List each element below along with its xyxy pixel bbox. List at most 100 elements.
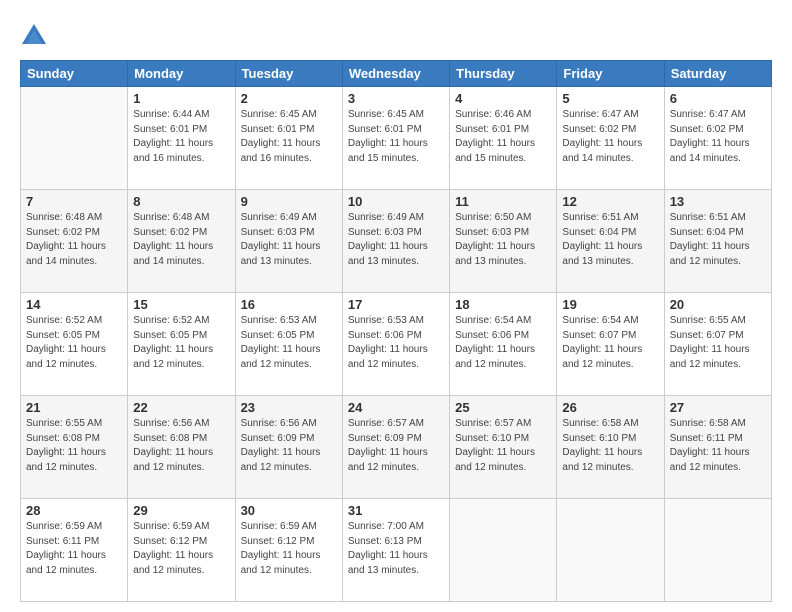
- calendar-cell: 18 Sunrise: 6:54 AM Sunset: 6:06 PM Dayli…: [450, 293, 557, 396]
- calendar-cell: 27 Sunrise: 6:58 AM Sunset: 6:11 PM Dayli…: [664, 396, 771, 499]
- day-number: 6: [670, 91, 766, 106]
- calendar-cell: 10 Sunrise: 6:49 AM Sunset: 6:03 PM Dayli…: [342, 190, 449, 293]
- calendar-cell: [557, 499, 664, 602]
- calendar-cell: 5Sunrise: 6:47 AM Sunset: 6:02 PM Daylig…: [557, 87, 664, 190]
- calendar-cell: 8 Sunrise: 6:48 AM Sunset: 6:02 PM Daylig…: [128, 190, 235, 293]
- day-number: 25: [455, 400, 551, 415]
- day-number: 7: [26, 194, 122, 209]
- day-info: Sunrise: 6:44 AM Sunset: 6:01 PM Dayligh…: [133, 108, 229, 166]
- calendar-cell: 1 Sunrise: 6:44 AM Sunset: 6:01 PM Daylig…: [128, 87, 235, 190]
- calendar-cell: 4 Sunrise: 6:46 AM Sunset: 6:01 PM Daylig…: [450, 87, 557, 190]
- day-info: Sunrise: 6:59 AM Sunset: 6:11 PM Dayligh…: [26, 520, 122, 578]
- day-number: 22: [133, 400, 229, 415]
- weekday-header-friday: Friday: [557, 61, 664, 87]
- day-number: 29: [133, 503, 229, 518]
- day-info: Sunrise: 6:58 AM Sunset: 6:11 PM Dayligh…: [670, 417, 766, 475]
- day-number: 3: [348, 91, 444, 106]
- day-info: Sunrise: 6:58 AM Sunset: 6:10 PM Dayligh…: [562, 417, 658, 475]
- day-info: Sunrise: 6:55 AM Sunset: 6:07 PM Dayligh…: [670, 314, 766, 372]
- calendar-cell: 2Sunrise: 6:45 AM Sunset: 6:01 PM Daylig…: [235, 87, 342, 190]
- day-number: 9: [241, 194, 337, 209]
- day-info: Sunrise: 6:48 AM Sunset: 6:02 PM Dayligh…: [26, 211, 122, 269]
- day-number: 20: [670, 297, 766, 312]
- day-number: 11: [455, 194, 551, 209]
- calendar-cell: 13Sunrise: 6:51 AM Sunset: 6:04 PM Dayli…: [664, 190, 771, 293]
- day-info: Sunrise: 6:59 AM Sunset: 6:12 PM Dayligh…: [241, 520, 337, 578]
- day-info: Sunrise: 6:49 AM Sunset: 6:03 PM Dayligh…: [348, 211, 444, 269]
- day-number: 8: [133, 194, 229, 209]
- day-number: 26: [562, 400, 658, 415]
- day-number: 1: [133, 91, 229, 106]
- day-number: 27: [670, 400, 766, 415]
- calendar-week-row: 1 Sunrise: 6:44 AM Sunset: 6:01 PM Daylig…: [21, 87, 772, 190]
- calendar-week-row: 21 Sunrise: 6:55 AM Sunset: 6:08 PM Dayli…: [21, 396, 772, 499]
- day-number: 19: [562, 297, 658, 312]
- day-info: Sunrise: 6:56 AM Sunset: 6:09 PM Dayligh…: [241, 417, 337, 475]
- day-number: 24: [348, 400, 444, 415]
- weekday-header-wednesday: Wednesday: [342, 61, 449, 87]
- day-info: Sunrise: 6:45 AM Sunset: 6:01 PM Dayligh…: [348, 108, 444, 166]
- calendar-cell: 19Sunrise: 6:54 AM Sunset: 6:07 PM Dayli…: [557, 293, 664, 396]
- calendar-cell: 22 Sunrise: 6:56 AM Sunset: 6:08 PM Dayli…: [128, 396, 235, 499]
- day-info: Sunrise: 6:49 AM Sunset: 6:03 PM Dayligh…: [241, 211, 337, 269]
- calendar-cell: 28 Sunrise: 6:59 AM Sunset: 6:11 PM Dayli…: [21, 499, 128, 602]
- day-info: Sunrise: 6:57 AM Sunset: 6:10 PM Dayligh…: [455, 417, 551, 475]
- day-number: 4: [455, 91, 551, 106]
- calendar-week-row: 14Sunrise: 6:52 AM Sunset: 6:05 PM Dayli…: [21, 293, 772, 396]
- day-info: Sunrise: 6:50 AM Sunset: 6:03 PM Dayligh…: [455, 211, 551, 269]
- day-number: 15: [133, 297, 229, 312]
- day-number: 17: [348, 297, 444, 312]
- page: SundayMondayTuesdayWednesdayThursdayFrid…: [0, 0, 792, 612]
- calendar-cell: 21 Sunrise: 6:55 AM Sunset: 6:08 PM Dayli…: [21, 396, 128, 499]
- calendar-cell: 12Sunrise: 6:51 AM Sunset: 6:04 PM Dayli…: [557, 190, 664, 293]
- calendar-cell: 23 Sunrise: 6:56 AM Sunset: 6:09 PM Dayli…: [235, 396, 342, 499]
- day-info: Sunrise: 6:46 AM Sunset: 6:01 PM Dayligh…: [455, 108, 551, 166]
- logo: [20, 22, 52, 50]
- day-info: Sunrise: 6:55 AM Sunset: 6:08 PM Dayligh…: [26, 417, 122, 475]
- calendar-cell: 15 Sunrise: 6:52 AM Sunset: 6:05 PM Dayli…: [128, 293, 235, 396]
- day-info: Sunrise: 6:59 AM Sunset: 6:12 PM Dayligh…: [133, 520, 229, 578]
- calendar-table: SundayMondayTuesdayWednesdayThursdayFrid…: [20, 60, 772, 602]
- calendar-cell: 24 Sunrise: 6:57 AM Sunset: 6:09 PM Dayli…: [342, 396, 449, 499]
- day-number: 28: [26, 503, 122, 518]
- day-number: 18: [455, 297, 551, 312]
- day-number: 16: [241, 297, 337, 312]
- weekday-header-monday: Monday: [128, 61, 235, 87]
- day-info: Sunrise: 6:48 AM Sunset: 6:02 PM Dayligh…: [133, 211, 229, 269]
- weekday-header-tuesday: Tuesday: [235, 61, 342, 87]
- weekday-header-row: SundayMondayTuesdayWednesdayThursdayFrid…: [21, 61, 772, 87]
- calendar-cell: 26 Sunrise: 6:58 AM Sunset: 6:10 PM Dayli…: [557, 396, 664, 499]
- day-number: 10: [348, 194, 444, 209]
- day-number: 5: [562, 91, 658, 106]
- day-number: 23: [241, 400, 337, 415]
- calendar-cell: [450, 499, 557, 602]
- day-number: 21: [26, 400, 122, 415]
- day-info: Sunrise: 6:47 AM Sunset: 6:02 PM Dayligh…: [670, 108, 766, 166]
- calendar-cell: [664, 499, 771, 602]
- calendar-cell: 31Sunrise: 7:00 AM Sunset: 6:13 PM Dayli…: [342, 499, 449, 602]
- day-info: Sunrise: 6:52 AM Sunset: 6:05 PM Dayligh…: [26, 314, 122, 372]
- logo-icon: [20, 22, 48, 50]
- day-number: 2: [241, 91, 337, 106]
- calendar-cell: [21, 87, 128, 190]
- day-info: Sunrise: 6:51 AM Sunset: 6:04 PM Dayligh…: [562, 211, 658, 269]
- day-info: Sunrise: 6:53 AM Sunset: 6:05 PM Dayligh…: [241, 314, 337, 372]
- day-info: Sunrise: 6:57 AM Sunset: 6:09 PM Dayligh…: [348, 417, 444, 475]
- calendar-cell: 6 Sunrise: 6:47 AM Sunset: 6:02 PM Daylig…: [664, 87, 771, 190]
- day-info: Sunrise: 6:56 AM Sunset: 6:08 PM Dayligh…: [133, 417, 229, 475]
- calendar-cell: 20 Sunrise: 6:55 AM Sunset: 6:07 PM Dayli…: [664, 293, 771, 396]
- weekday-header-thursday: Thursday: [450, 61, 557, 87]
- header: [20, 18, 772, 50]
- calendar-cell: 11 Sunrise: 6:50 AM Sunset: 6:03 PM Dayli…: [450, 190, 557, 293]
- weekday-header-sunday: Sunday: [21, 61, 128, 87]
- day-info: Sunrise: 6:52 AM Sunset: 6:05 PM Dayligh…: [133, 314, 229, 372]
- calendar-cell: 3 Sunrise: 6:45 AM Sunset: 6:01 PM Daylig…: [342, 87, 449, 190]
- calendar-cell: 29 Sunrise: 6:59 AM Sunset: 6:12 PM Dayli…: [128, 499, 235, 602]
- day-info: Sunrise: 6:53 AM Sunset: 6:06 PM Dayligh…: [348, 314, 444, 372]
- day-number: 13: [670, 194, 766, 209]
- calendar-week-row: 28 Sunrise: 6:59 AM Sunset: 6:11 PM Dayli…: [21, 499, 772, 602]
- calendar-cell: 14Sunrise: 6:52 AM Sunset: 6:05 PM Dayli…: [21, 293, 128, 396]
- day-info: Sunrise: 6:54 AM Sunset: 6:06 PM Dayligh…: [455, 314, 551, 372]
- day-info: Sunrise: 7:00 AM Sunset: 6:13 PM Dayligh…: [348, 520, 444, 578]
- calendar-cell: 16 Sunrise: 6:53 AM Sunset: 6:05 PM Dayli…: [235, 293, 342, 396]
